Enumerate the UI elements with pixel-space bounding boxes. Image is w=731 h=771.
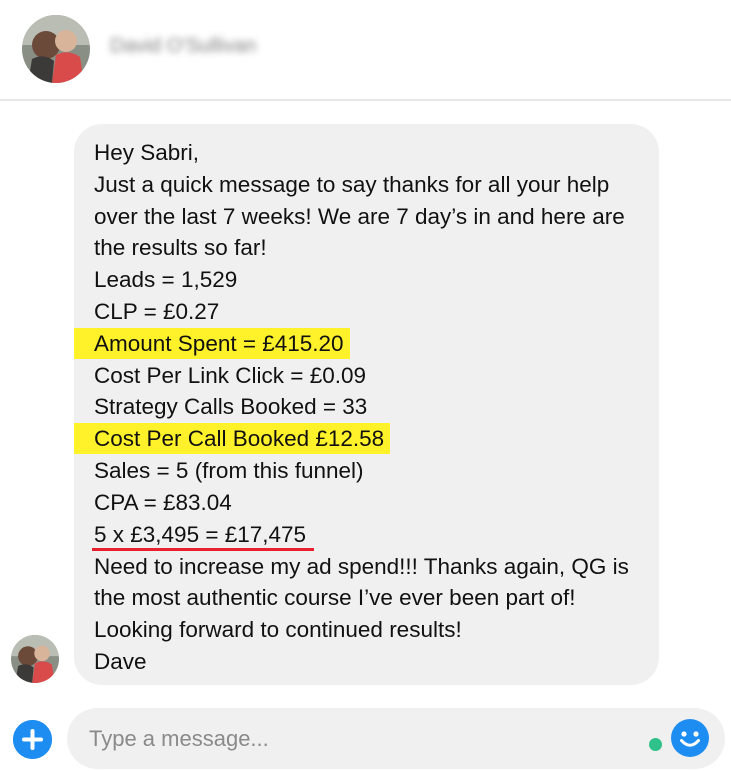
message-line: Need to increase my ad spend!!! Thanks a… [94, 553, 629, 579]
message-line: Sales = 5 (from this funnel) [94, 457, 364, 483]
message-line: CPA = £83.04 [94, 489, 232, 515]
sender-avatar-image [11, 635, 59, 683]
plus-icon [13, 720, 52, 759]
message-line: the most authentic course I’ve ever been… [94, 585, 576, 611]
smiley-icon [671, 719, 709, 757]
message-line: Strategy Calls Booked = 33 [94, 394, 368, 420]
message-line: Hey Sabri, [94, 140, 200, 165]
highlight-amount-spent: Amount Spent = £415.20 [74, 327, 350, 359]
online-status-dot [649, 738, 662, 751]
message-line: CLP = £0.27 [94, 298, 220, 324]
message-line: Looking forward to continued results! [94, 617, 462, 643]
message-line: the results so far! [94, 235, 267, 261]
emoji-button[interactable] [671, 719, 709, 757]
add-attachment-button[interactable] [13, 720, 52, 759]
contact-avatar-image [22, 15, 90, 83]
contact-name[interactable]: David O'Sullivan [110, 35, 295, 57]
message-bubble[interactable]: Hey Sabri, Just a quick message to say t… [74, 124, 659, 685]
message-line: Just a quick message to say thanks for a… [94, 171, 610, 197]
message-line: Dave [94, 648, 147, 674]
message-input[interactable] [87, 722, 631, 756]
conversation-header: David O'Sullivan [0, 0, 731, 101]
underline-sales-total: 5 x £3,495 = £17,475 [92, 521, 315, 551]
highlight-cost-per-call: Cost Per Call Booked £12.58 [74, 423, 391, 455]
message-composer [0, 700, 731, 771]
message-line: Cost Per Link Click = £0.09 [94, 362, 366, 388]
contact-avatar[interactable] [22, 15, 90, 83]
message-line: Leads = 1,529 [94, 267, 238, 293]
message-line-highlighted: Cost Per Call Booked £12.58 [74, 423, 639, 455]
message-line-underlined: 5 x £3,495 = £17,475 [92, 519, 639, 551]
sender-avatar[interactable] [11, 635, 59, 683]
message-line-highlighted: Amount Spent = £415.20 [74, 327, 639, 360]
message-input-container[interactable] [67, 708, 725, 769]
message-line: over the last 7 weeks! We are 7 day’s in… [94, 203, 625, 229]
